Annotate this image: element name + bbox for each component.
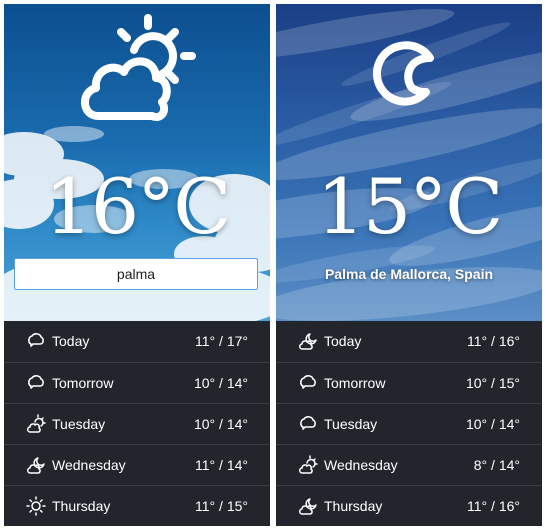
forecast-row: Today 11° / 16° [276, 321, 542, 361]
forecast-list: Today 11° / 17° Tomorrow 10° / 14° Tuesd… [4, 321, 270, 526]
forecast-day: Tuesday [52, 415, 106, 432]
partly-cloudy-day-icon [81, 14, 196, 121]
forecast-row: Tomorrow 10° / 14° [4, 362, 270, 402]
forecast-range: 10° / 14° [193, 415, 248, 432]
sun-icon [26, 495, 46, 516]
forecast-day: Tomorrow [52, 374, 114, 391]
forecast-range: 10° / 15° [465, 374, 520, 391]
chat-cloud-icon [298, 414, 318, 434]
forecast-day: Tuesday [324, 415, 378, 432]
forecast-range: 10° / 14° [465, 415, 520, 432]
moon-icon [372, 41, 434, 106]
forecast-range: 8° / 14° [473, 456, 520, 473]
forecast-day: Tomorrow [324, 374, 386, 391]
current-temperature: 16°C [44, 162, 232, 251]
forecast-day: Thursday [52, 497, 111, 514]
forecast-row: Thursday 11° / 15° [4, 485, 270, 525]
forecast-day: Today [52, 333, 90, 349]
forecast-row: Tuesday 10° / 14° [276, 403, 542, 443]
forecast-row: Today 11° / 17° [4, 321, 270, 361]
chat-cloud-icon [26, 331, 46, 351]
forecast-row: Wednesday 8° / 14° [276, 444, 542, 484]
forecast-range: 11° / 16° [467, 497, 520, 514]
weather-screen-result: 15°C Palma de Mallorca, Spain Today 11° … [276, 4, 542, 526]
current-temperature: 15°C [316, 162, 504, 251]
forecast-range: 10° / 14° [193, 374, 248, 391]
city-search-input[interactable] [14, 258, 258, 290]
chat-cloud-icon [298, 373, 318, 393]
forecast-range: 11° / 17° [195, 333, 248, 349]
location-label: Palma de Mallorca, Spain [324, 266, 494, 282]
forecast-day: Today [324, 333, 362, 349]
cloudy-moon-icon [298, 331, 318, 351]
forecast-range: 11° / 16° [467, 333, 520, 349]
sky-background: 15°C Palma de Mallorca, Spain [276, 4, 542, 321]
partly-cloudy-icon [298, 454, 318, 475]
forecast-day: Thursday [324, 497, 383, 514]
forecast-row: Wednesday 11° / 14° [4, 444, 270, 484]
forecast-range: 11° / 14° [195, 456, 248, 473]
forecast-row: Tomorrow 10° / 15° [276, 362, 542, 402]
weather-screen-search: 16°C Today 11° / 17° Tomorrow 10° / 14° … [4, 4, 270, 526]
chat-cloud-icon [26, 373, 46, 393]
forecast-row: Thursday 11° / 16° [276, 485, 542, 525]
cloudy-moon-icon [26, 455, 46, 475]
forecast-day: Wednesday [52, 456, 126, 473]
forecast-row: Tuesday 10° / 14° [4, 403, 270, 443]
forecast-day: Wednesday [324, 456, 398, 473]
forecast-range: 11° / 15° [195, 497, 248, 514]
forecast-list: Today 11° / 16° Tomorrow 10° / 15° Tuesd… [276, 321, 542, 526]
partly-cloudy-icon [26, 413, 46, 434]
sky-background: 16°C [4, 4, 270, 321]
cloudy-moon-icon [298, 496, 318, 516]
